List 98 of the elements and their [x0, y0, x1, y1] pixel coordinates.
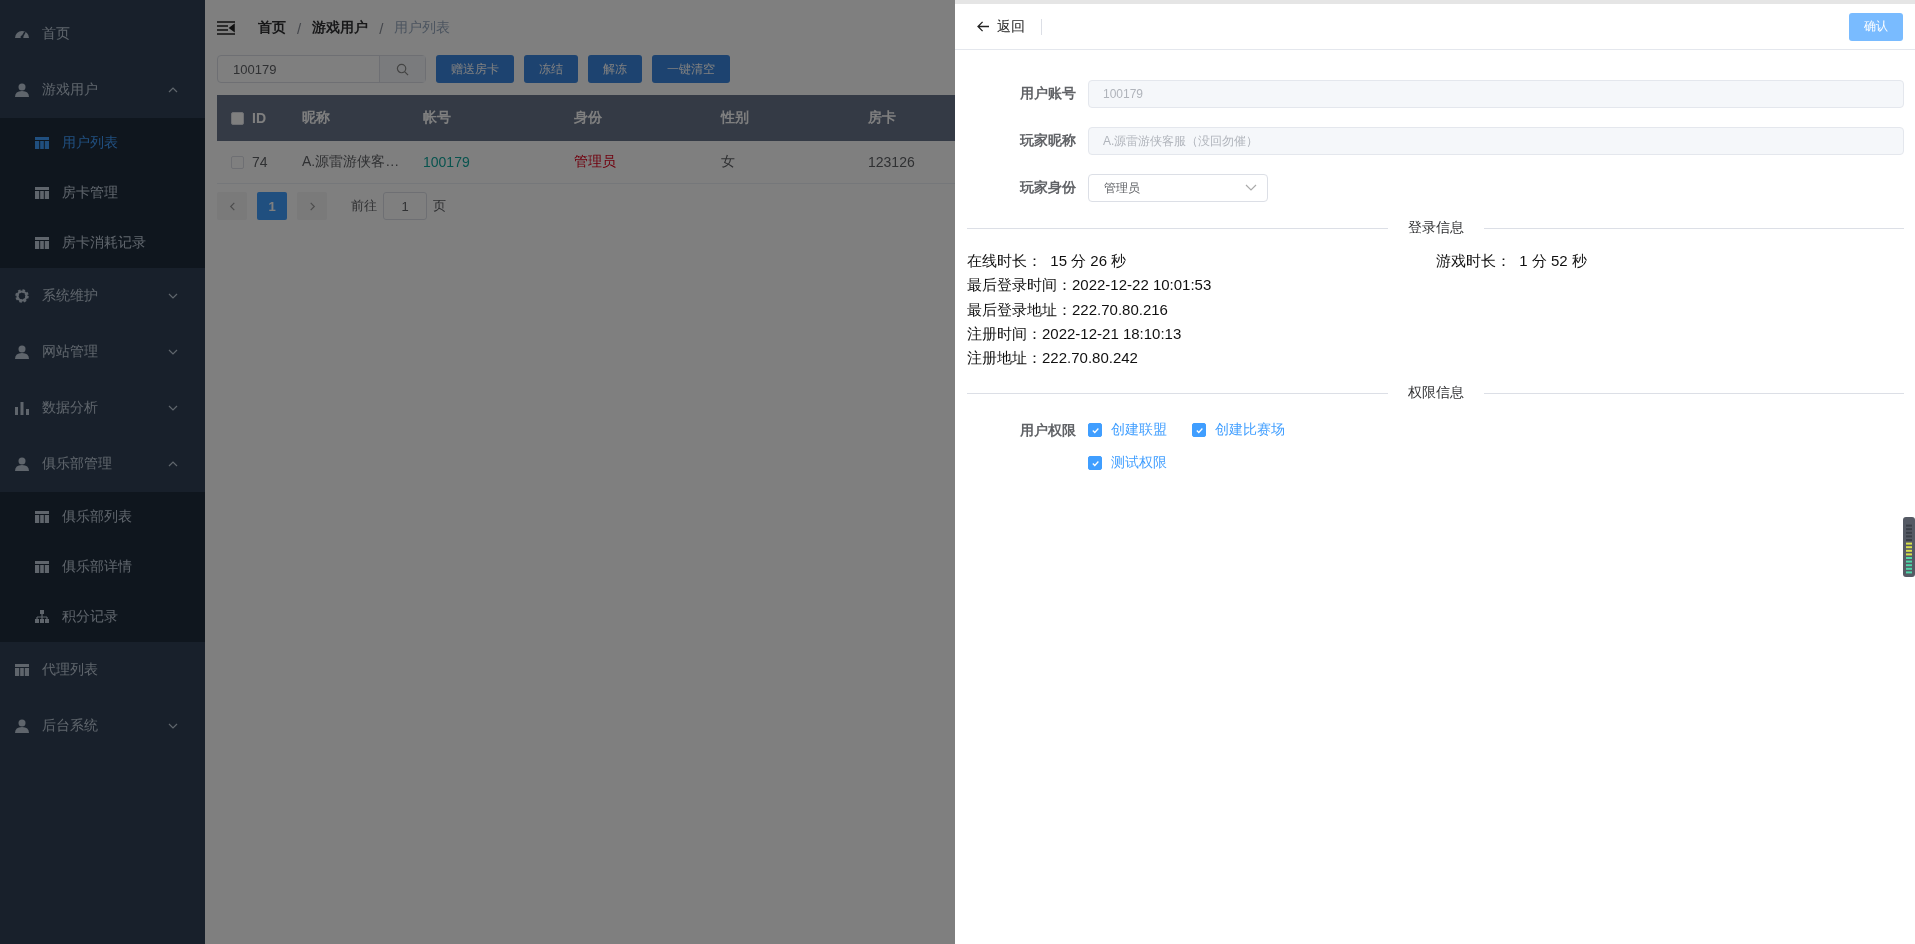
submenu-item[interactable]: 房卡管理	[0, 168, 205, 218]
checkbox[interactable]	[1088, 423, 1102, 438]
column-header: 性别	[721, 109, 750, 127]
menu-label: 系统维护	[42, 287, 99, 305]
toolbar-button[interactable]: 冻结	[524, 55, 578, 83]
submenu-label: 俱乐部详情	[62, 558, 133, 576]
menu-item[interactable]: 首页	[0, 6, 205, 62]
checkbox[interactable]	[1088, 456, 1102, 471]
submenu-item[interactable]: 积分记录	[0, 592, 205, 642]
menu-item[interactable]: 网站管理	[0, 324, 205, 380]
toolbar-button[interactable]: 一键清空	[652, 55, 730, 83]
bar-chart-icon	[14, 400, 30, 416]
search-field[interactable]: 100179	[217, 55, 426, 83]
permission-checkbox[interactable]: 创建比赛场	[1192, 420, 1285, 441]
info-text: 在线时长： 15 分 26 秒	[967, 251, 1128, 271]
breadcrumb-separator: /	[379, 19, 384, 37]
check-icon	[1194, 426, 1204, 435]
table-icon	[34, 559, 50, 575]
level-meter-icon	[1903, 517, 1915, 577]
page-input[interactable]: 1	[383, 192, 427, 220]
user-icon	[14, 82, 30, 98]
menu-label: 俱乐部管理	[42, 455, 113, 473]
info-text: 最后登录地址：222.70.80.216	[967, 299, 1169, 320]
menu-label: 数据分析	[42, 399, 99, 417]
field-label: 玩家身份	[1018, 179, 1077, 197]
menu-label: 首页	[42, 25, 71, 43]
column-header: 帐号	[423, 109, 452, 127]
menu-icon[interactable]	[217, 21, 235, 35]
search-icon	[396, 62, 409, 76]
toolbar-button[interactable]: 赠送房卡	[436, 55, 514, 83]
info-text: 游戏时长： 1 分 52 秒	[1436, 251, 1587, 271]
permission-checkbox[interactable]: 创建联盟	[1088, 420, 1167, 441]
menu-label: 网站管理	[42, 343, 99, 361]
breadcrumb-item[interactable]: 首页	[258, 19, 286, 37]
submenu-item[interactable]: 俱乐部列表	[0, 492, 205, 542]
chevron-left-icon	[227, 201, 237, 211]
table-icon	[34, 185, 50, 201]
page-button[interactable]: 1	[257, 192, 287, 220]
goto-label: 前往	[351, 197, 377, 215]
submenu-item[interactable]: 用户列表	[0, 118, 205, 168]
table-icon	[14, 662, 30, 678]
column-header: 房卡	[868, 109, 897, 127]
table-icon	[34, 135, 50, 151]
menu-label: 游戏用户	[42, 81, 99, 99]
modal-overlay[interactable]	[0, 0, 955, 944]
section-title: 权限信息	[1407, 384, 1465, 403]
table-cell-text: A.源雷游侠客…	[302, 153, 401, 171]
table-cell-text: 管理员	[574, 153, 617, 171]
page-unit: 页	[433, 197, 446, 215]
submenu-label: 房卡消耗记录	[62, 234, 147, 252]
menu-item[interactable]: 代理列表	[0, 642, 205, 698]
field-label: 用户权限	[1019, 421, 1077, 441]
column-header: ID	[252, 110, 267, 126]
submenu-label: 房卡管理	[62, 184, 119, 202]
checkbox[interactable]	[1192, 423, 1206, 438]
back-button[interactable]: 返回	[977, 17, 1025, 36]
select-field[interactable]: 管理员	[1088, 174, 1268, 202]
user-icon	[14, 344, 30, 360]
menu-label: 代理列表	[42, 661, 99, 679]
info-text: 注册时间：2022-12-21 18:10:13	[967, 323, 1183, 344]
check-icon	[1090, 426, 1100, 435]
breadcrumb-separator: /	[297, 19, 302, 37]
table-cell-text: 74	[252, 154, 269, 170]
menu-item[interactable]: 游戏用户	[0, 62, 205, 118]
search-button[interactable]	[379, 56, 425, 82]
breadcrumb-item[interactable]: 游戏用户	[312, 19, 369, 37]
toolbar-button[interactable]: 解冻	[588, 55, 642, 83]
settings-icon	[14, 288, 30, 304]
table-icon	[34, 235, 50, 251]
chevron-right-icon	[307, 201, 317, 211]
table-cell-text: 100179	[423, 154, 471, 170]
table-cell-text: 女	[721, 153, 736, 171]
info-text: 最后登录时间：2022-12-22 10:01:53	[967, 275, 1213, 296]
info-text: 注册地址：222.70.80.242	[967, 348, 1139, 369]
arrow-left-icon	[977, 21, 990, 32]
section-title: 登录信息	[1407, 219, 1465, 237]
submenu-label: 用户列表	[62, 134, 119, 152]
menu-item[interactable]: 后台系统	[0, 698, 205, 754]
menu-item[interactable]: 数据分析	[0, 380, 205, 436]
column-header: 身份	[574, 109, 603, 127]
table-icon	[34, 509, 50, 525]
chevron-down-icon	[1245, 184, 1257, 192]
menu-label: 后台系统	[42, 717, 99, 735]
permission-checkbox[interactable]: 测试权限	[1088, 453, 1167, 474]
submenu-label: 积分记录	[62, 608, 119, 626]
table-cell-text: 123126	[868, 154, 916, 170]
field-label: 用户账号	[1019, 85, 1077, 103]
user-icon	[14, 718, 30, 734]
submenu-label: 俱乐部列表	[62, 508, 133, 526]
field-label: 玩家昵称	[1018, 132, 1077, 150]
check-icon	[1090, 459, 1100, 468]
column-header: 昵称	[302, 109, 331, 127]
hierarchy-icon	[34, 609, 50, 625]
submenu-item[interactable]: 俱乐部详情	[0, 542, 205, 592]
menu-item[interactable]: 系统维护	[0, 268, 205, 324]
submenu-item[interactable]: 房卡消耗记录	[0, 218, 205, 268]
menu-item[interactable]: 俱乐部管理	[0, 436, 205, 492]
user-icon	[14, 456, 30, 472]
